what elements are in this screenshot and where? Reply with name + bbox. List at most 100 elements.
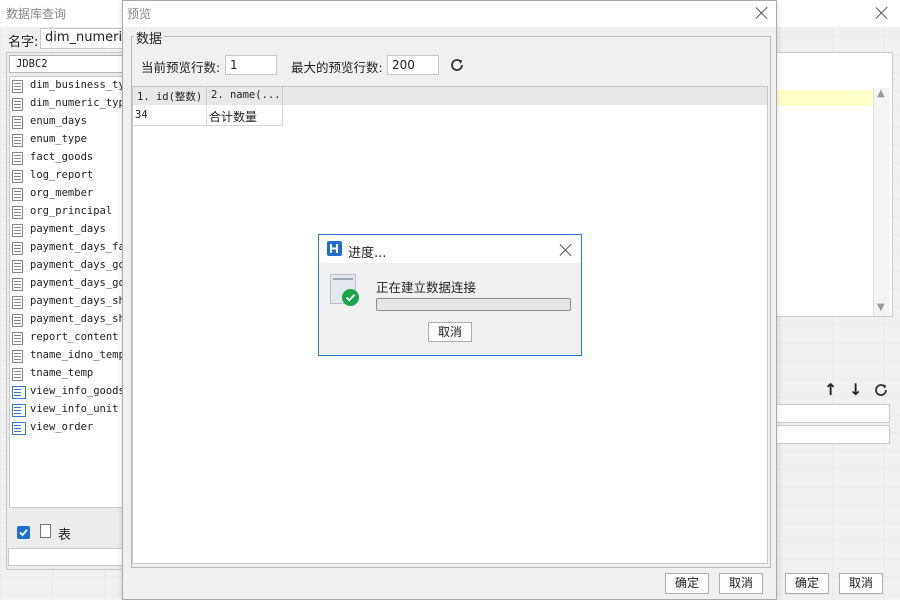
table-icon <box>12 188 23 201</box>
table-icon <box>12 116 23 129</box>
tree-item[interactable]: org_member <box>12 186 127 204</box>
tree-item-label: payment_days_goo <box>30 259 127 271</box>
database-query-close-icon[interactable] <box>875 6 889 20</box>
scroll-up-icon[interactable]: ▲ <box>877 88 885 99</box>
table-checkbox[interactable] <box>17 526 30 539</box>
tree-item-label: org_principal <box>30 205 113 217</box>
view-icon <box>12 422 26 435</box>
tree-item[interactable]: report_content <box>12 330 127 348</box>
table-icon <box>12 332 23 345</box>
tree-item-label: view_info_unit <box>30 403 119 415</box>
bg-cancel-button[interactable]: 取消 <box>839 573 883 594</box>
tree-item[interactable]: payment_days_sho <box>12 312 127 330</box>
tree-item-label: enum_days <box>30 115 87 127</box>
highlight-row <box>776 90 873 106</box>
progress-cancel-button[interactable]: 取消 <box>428 322 472 342</box>
tree-item[interactable]: view_order <box>12 420 127 438</box>
table-icon <box>12 206 23 219</box>
tree-item-label: payment_days_sho <box>30 313 127 325</box>
connection-status-icon <box>330 274 359 306</box>
tree-item[interactable]: fact_goods <box>12 150 127 168</box>
right-field-1[interactable] <box>775 404 890 423</box>
preview-titlebar <box>123 1 776 27</box>
tree-item-label: enum_type <box>30 133 87 145</box>
tree-item[interactable]: payment_days_sho <box>12 294 127 312</box>
table-icon <box>12 296 23 309</box>
tree-item-label: payment_days_fac <box>30 241 127 253</box>
connection-select[interactable]: JDBC2 <box>9 55 125 73</box>
right-field-2[interactable] <box>775 425 890 444</box>
table-icon <box>12 278 23 291</box>
tree-item[interactable]: dim_business_typ <box>12 78 127 96</box>
tree-item-label: log_report <box>30 169 94 181</box>
refresh-preview-icon[interactable] <box>449 57 465 73</box>
table-icon <box>12 260 23 273</box>
tree-item-label: fact_goods <box>30 151 94 163</box>
progress-bar <box>376 298 571 311</box>
preview-title: 预览 <box>127 7 152 21</box>
tree-item[interactable]: org_principal <box>12 204 127 222</box>
view-icon <box>12 386 26 399</box>
tree-item[interactable]: view_info_goods <box>12 384 127 402</box>
tree-item[interactable]: tname_idno_temp <box>12 348 127 366</box>
table-icon <box>12 134 23 147</box>
tree-item[interactable]: payment_days_goo <box>12 276 127 294</box>
tree-item[interactable]: enum_days <box>12 114 127 132</box>
table-icon <box>12 350 23 363</box>
current-rows-input[interactable]: 1 <box>225 55 277 75</box>
scroll-down-icon[interactable]: ▼ <box>877 302 885 313</box>
bg-ok-button[interactable]: 确定 <box>785 573 829 594</box>
success-check-mark <box>345 294 356 302</box>
tree-item-label: dim_business_typ <box>30 79 127 91</box>
tree-item[interactable]: payment_days_fac <box>12 240 127 258</box>
name-label: 名字: <box>8 35 39 50</box>
tree-item[interactable]: payment_days_goo <box>12 258 127 276</box>
success-check-icon <box>342 289 359 306</box>
tree-item[interactable]: enum_type <box>12 132 127 150</box>
table-icon <box>12 80 23 93</box>
preview-ok-button[interactable]: 确定 <box>665 573 709 594</box>
table-icon <box>12 314 23 327</box>
table-icon <box>12 98 23 111</box>
tree-item[interactable]: payment_days <box>12 222 127 240</box>
bottom-left-field[interactable] <box>8 548 126 566</box>
column-header-id[interactable]: 1. id(整数) <box>133 87 207 105</box>
move-up-icon[interactable]: ↑ <box>824 380 837 399</box>
current-rows-label: 当前预览行数: <box>141 60 221 75</box>
tree-item-label: payment_days_sho <box>30 295 127 307</box>
preview-cancel-button[interactable]: 取消 <box>719 573 763 594</box>
tree-item-label: dim_numeric_type <box>30 97 127 109</box>
preview-close-icon[interactable] <box>755 6 769 20</box>
column-header-name[interactable]: 2. name(... <box>207 87 283 105</box>
cell-id: 34 <box>133 106 207 126</box>
tree-item-label: view_order <box>30 421 94 433</box>
current-rows-value: 1 <box>230 58 238 72</box>
table-type-icon <box>40 524 51 538</box>
table-icon <box>12 368 23 381</box>
refresh-icon[interactable] <box>873 382 889 398</box>
table-row[interactable]: 34 合计数量 <box>133 106 283 126</box>
tree-item[interactable]: view_info_unit <box>12 402 127 420</box>
tree-item-label: payment_days <box>30 223 106 235</box>
database-query-title: 数据库查询 <box>6 7 67 21</box>
tree-item[interactable]: dim_numeric_type <box>12 96 127 114</box>
progress-message: 正在建立数据连接 <box>376 280 477 295</box>
progress-title: 进度... <box>348 246 387 261</box>
table-icon <box>12 242 23 255</box>
app-logo-mark <box>330 244 338 253</box>
vertical-scrollbar[interactable] <box>873 88 890 316</box>
database-doc-stripe <box>333 278 353 280</box>
tree-item[interactable]: tname_temp <box>12 366 127 384</box>
max-rows-input[interactable]: 200 <box>387 55 439 75</box>
move-down-icon[interactable]: ↓ <box>849 380 862 399</box>
data-group-label: 数据 <box>134 28 165 47</box>
name-input[interactable]: dim_numeric_ <box>40 28 136 49</box>
tree-item-label: tname_temp <box>30 367 94 379</box>
tree-item[interactable]: log_report <box>12 168 127 186</box>
connection-select-value: JDBC2 <box>16 58 48 70</box>
max-rows-value: 200 <box>392 58 415 72</box>
tree-item-label: payment_days_goo <box>30 277 127 289</box>
progress-close-icon[interactable] <box>559 243 573 257</box>
app-logo-icon <box>327 241 342 256</box>
tree-item-label: tname_idno_temp <box>30 349 125 361</box>
